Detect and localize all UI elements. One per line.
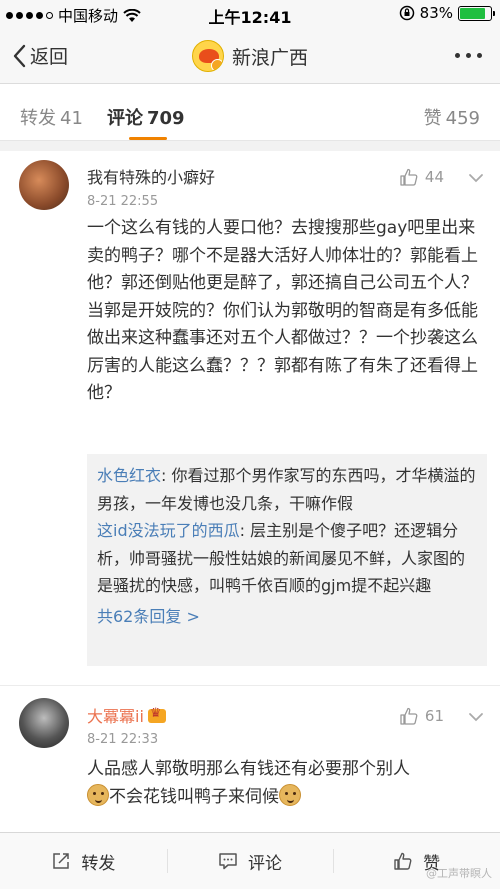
like-button[interactable]: 44 xyxy=(399,167,444,187)
more-replies-link[interactable]: 共62条回复 > xyxy=(97,603,477,631)
chevron-down-icon[interactable] xyxy=(466,168,486,188)
tab-likes-count: 459 xyxy=(445,108,480,129)
verified-badge-icon xyxy=(210,59,223,71)
section-gap xyxy=(0,141,500,151)
reply-item: 水色红衣: 你看过那个男作家写的东西吗，才华横溢的男孩，一年发博也没几条，干嘛作… xyxy=(97,462,477,517)
comment-username-text: 大冪冪ii xyxy=(87,707,144,726)
tab-repost-label: 转发 xyxy=(20,108,56,129)
status-bar: 中国移动 上午12:41 83% xyxy=(0,0,500,28)
tab-likes[interactable]: 赞 459 xyxy=(424,104,480,130)
like-count: 44 xyxy=(424,168,444,186)
comment-icon xyxy=(219,853,237,870)
comment-time: 8-21 22:33 xyxy=(87,732,159,747)
tab-comments-label: 评论 xyxy=(107,108,143,129)
account-header[interactable]: 新浪广西 xyxy=(0,40,500,72)
page-title: 新浪广西 xyxy=(231,46,308,69)
status-right: 83% xyxy=(399,4,495,22)
reply-separator: : xyxy=(239,521,251,540)
vip-crown-icon xyxy=(147,706,166,723)
comment-text-part: 不会花钱叫鸭子来伺候 xyxy=(109,786,279,807)
thumbs-up-icon xyxy=(394,852,412,870)
avatar[interactable] xyxy=(19,698,69,748)
doge-emoji-icon xyxy=(87,783,109,806)
comment-username[interactable]: 大冪冪ii xyxy=(87,703,166,727)
repost-label: 转发 xyxy=(81,853,116,874)
comment-text: 人品感人郭敬明那么有钱还有必要那个别人 不会花钱叫鸭子来伺候 xyxy=(87,756,487,811)
comment-text-part: 人品感人郭敬明那么有钱还有必要那个别人 xyxy=(87,759,410,779)
repost-icon xyxy=(53,853,70,869)
chevron-down-icon[interactable] xyxy=(466,707,486,727)
more-dots-icon[interactable] xyxy=(455,53,482,58)
account-avatar xyxy=(191,40,224,72)
reply-username[interactable]: 这id没法玩了的西瓜 xyxy=(97,521,240,540)
reply-separator: : xyxy=(161,466,172,485)
reply-username[interactable]: 水色红衣 xyxy=(97,466,161,485)
nav-bar: 返回 新浪广西 xyxy=(0,28,500,84)
comment-label: 评论 xyxy=(248,853,282,874)
watermark: @工声带瞑人 xyxy=(426,867,492,880)
divider xyxy=(0,685,500,686)
repost-button[interactable]: 转发 xyxy=(0,833,167,889)
tab-repost[interactable]: 转发 41 xyxy=(20,104,83,130)
battery-percent: 83% xyxy=(419,4,453,22)
like-button[interactable]: 61 xyxy=(399,706,444,726)
doge-emoji-icon xyxy=(279,783,301,806)
like-count: 61 xyxy=(424,707,444,725)
tab-comments[interactable]: 评论 709 xyxy=(107,104,185,130)
comment-username[interactable]: 我有特殊的小癖好 xyxy=(87,164,215,188)
tab-comments-count: 709 xyxy=(147,108,185,129)
comment-time: 8-21 22:55 xyxy=(87,194,159,209)
tab-likes-label: 赞 xyxy=(423,108,442,129)
reply-box[interactable]: 水色红衣: 你看过那个男作家写的东西吗，才华横溢的男孩，一年发博也没几条，干嘛作… xyxy=(87,454,487,666)
bottom-toolbar: 转发 评论 赞 @工声带瞑人 xyxy=(0,832,500,889)
thumbs-up-icon xyxy=(400,707,418,725)
comment-text: 一个这么有钱的人要口他？去搜搜那些gay吧里出来卖的鸭子？哪个不是器大活好人帅体… xyxy=(87,218,478,403)
reply-item: 这id没法玩了的西瓜: 层主别是个傻子吧？还逻辑分析，帅哥骚扰一般性姑娘的新闻屡… xyxy=(97,517,477,600)
thumbs-up-icon xyxy=(400,168,418,186)
battery-icon xyxy=(458,5,495,21)
tab-repost-count: 41 xyxy=(60,108,83,129)
active-tab-indicator xyxy=(129,137,167,140)
rotation-lock-icon xyxy=(399,5,414,21)
comment-button[interactable]: 评论 xyxy=(166,833,334,889)
avatar[interactable] xyxy=(19,160,69,210)
tab-bar: 转发 41 评论 709 赞 459 xyxy=(0,85,500,141)
